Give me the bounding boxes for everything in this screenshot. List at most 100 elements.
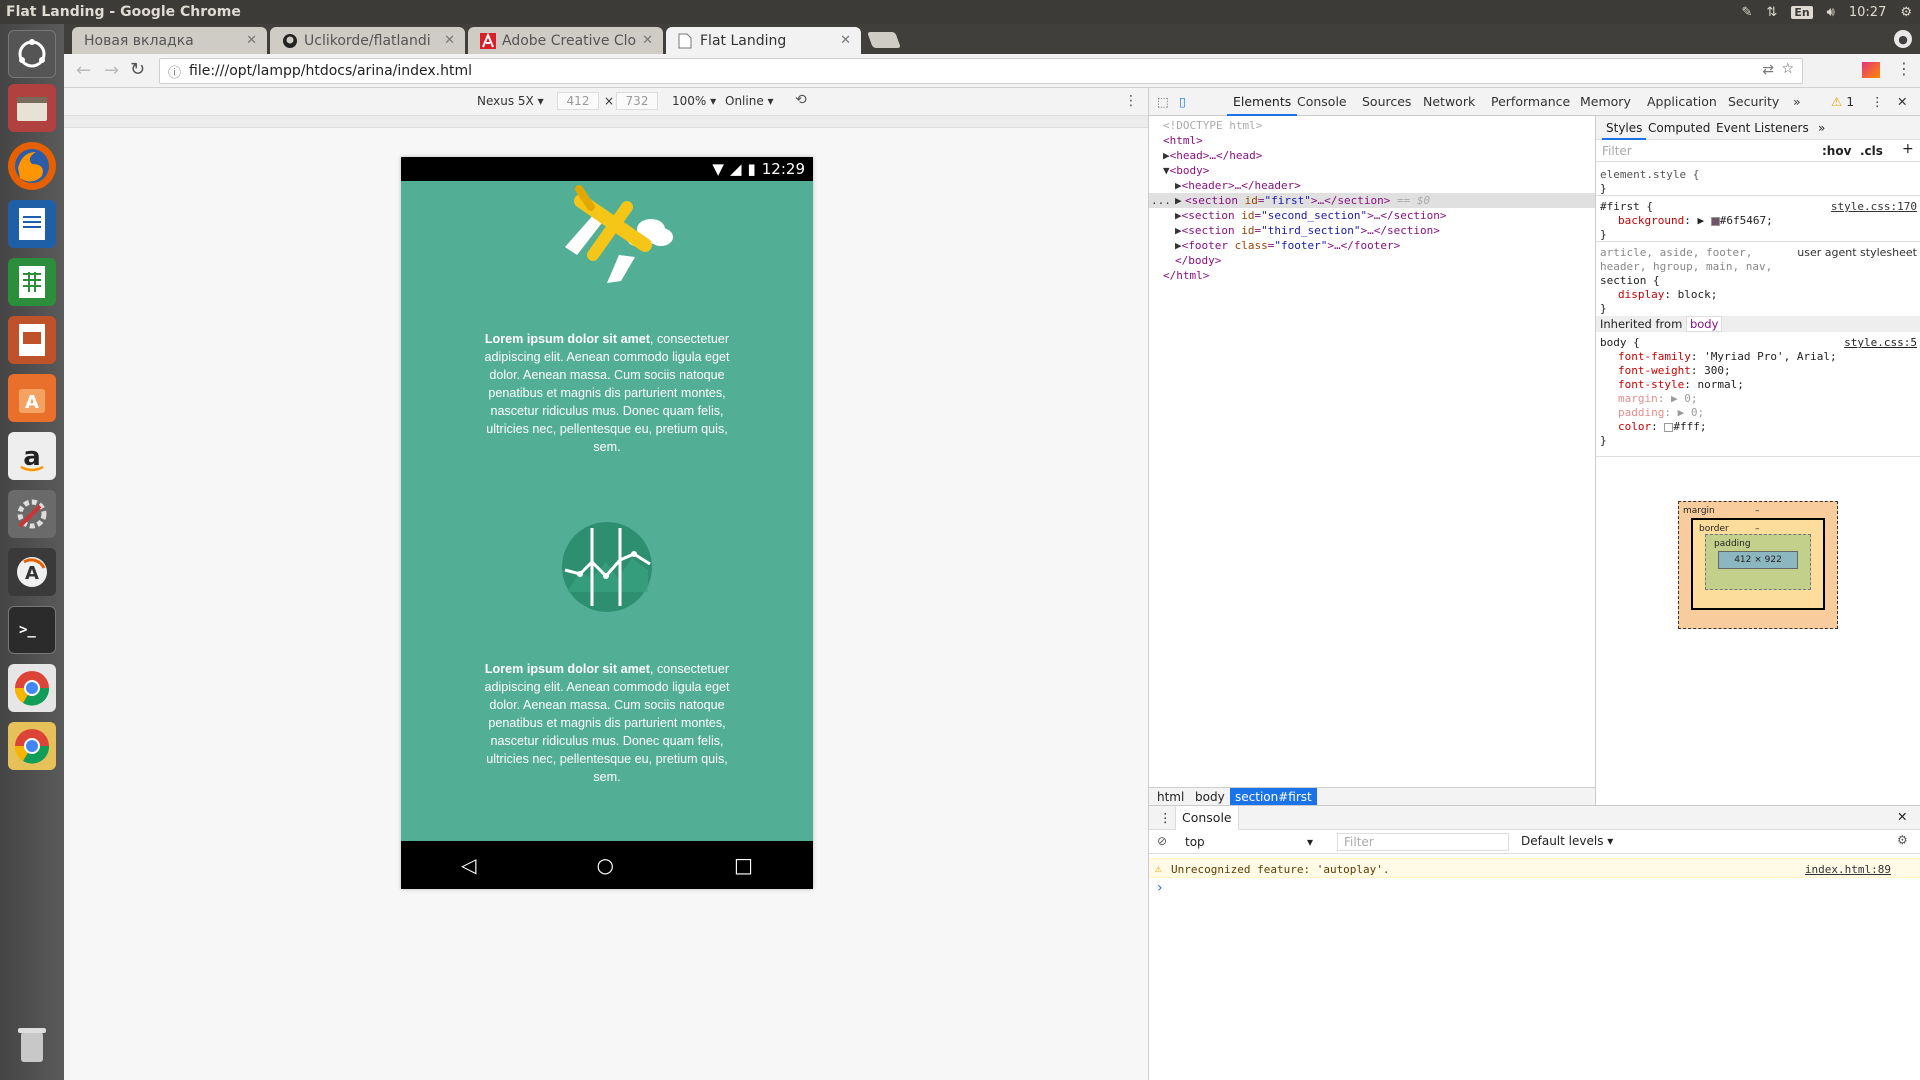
tab-sources[interactable]: Sources — [1362, 88, 1411, 116]
inherited-body-link[interactable]: body — [1685, 316, 1723, 332]
extension-icon[interactable] — [1862, 62, 1880, 78]
chrome-menu-icon[interactable]: ⋮ — [1896, 59, 1912, 78]
back-triangle-icon[interactable]: ◁ — [461, 853, 476, 877]
device-width-input[interactable]: 412 — [557, 92, 599, 110]
rotate-icon[interactable]: ⟲ — [795, 92, 807, 108]
hov-toggle[interactable]: :hov — [1822, 144, 1851, 158]
zoom-select[interactable]: 100% ▾ — [672, 94, 716, 108]
body-prop-padding[interactable]: padding: ▶ 0; — [1618, 406, 1704, 420]
tab-flat-landing[interactable]: Flat Landing ✕ — [666, 27, 861, 54]
keyboard-layout-indicator[interactable]: En — [1791, 5, 1813, 19]
dom-html-open[interactable]: <html> — [1163, 133, 1203, 148]
console-settings-gear-icon[interactable]: ⚙ — [1897, 833, 1908, 847]
tab-close-icon[interactable]: ✕ — [642, 33, 653, 48]
tab-new-tab[interactable]: Новая вкладка ✕ — [72, 27, 267, 54]
styles-more-chevron[interactable]: » — [1818, 116, 1825, 140]
forward-arrow-icon[interactable]: → — [104, 60, 119, 81]
warning-counter[interactable]: ⚠ 1 — [1831, 88, 1854, 116]
cls-toggle[interactable]: .cls — [1860, 144, 1883, 158]
rule-first-selector[interactable]: #first { — [1600, 200, 1653, 214]
clock[interactable]: 10:27 — [1849, 5, 1886, 20]
tab-elements[interactable]: Elements — [1227, 88, 1298, 116]
tab-event-listeners[interactable]: Event Listeners — [1716, 116, 1809, 140]
pen-icon[interactable]: ✎ — [1742, 5, 1753, 20]
address-bar[interactable]: ⓘ file:///opt/lampp/htdocs/arina/index.h… — [159, 58, 1803, 84]
bookmark-star-icon[interactable]: ☆ — [1781, 61, 1794, 77]
tab-performance[interactable]: Performance — [1491, 88, 1570, 116]
breadcrumb-body[interactable]: body — [1195, 790, 1225, 804]
dom-body-open[interactable]: ▼<body> — [1163, 163, 1209, 178]
device-more-icon[interactable]: ⋮ — [1124, 93, 1138, 109]
writer-icon[interactable] — [8, 200, 56, 248]
dom-footer[interactable]: ▶<footer class="footer">…</footer> — [1175, 238, 1400, 253]
tab-memory[interactable]: Memory — [1580, 88, 1631, 116]
dom-section-first-selected[interactable]: ... ▶ <section id="first">…</section> ==… — [1149, 193, 1595, 208]
devtools-menu-icon[interactable]: ⋮ — [1871, 88, 1884, 116]
rule-body-source-link[interactable]: style.css:5 — [1844, 336, 1917, 350]
box-model-margin[interactable]: margin – border – padding 412 × 922 — [1678, 501, 1838, 629]
calc-icon[interactable] — [8, 258, 56, 306]
device-select[interactable]: Nexus 5X ▾ — [477, 94, 544, 108]
firefox-icon[interactable] — [8, 142, 56, 190]
files-icon[interactable] — [8, 84, 56, 132]
chrome-icon[interactable] — [8, 664, 56, 712]
new-rule-button[interactable]: + — [1902, 142, 1914, 156]
dom-head[interactable]: ▶<head>…</head> — [1163, 148, 1262, 163]
dom-body-close[interactable]: </body> — [1175, 253, 1221, 268]
inspect-element-icon[interactable]: ⬚ — [1157, 94, 1169, 109]
device-mode-icon[interactable]: ▯ — [1179, 94, 1186, 109]
color-swatch[interactable] — [1710, 216, 1720, 226]
body-prop-font-family[interactable]: font-family: 'Myriad Pro', Arial; — [1618, 350, 1837, 364]
network-throttle-select[interactable]: Online ▾ — [725, 94, 774, 108]
log-levels-select[interactable]: Default levels ▾ — [1521, 834, 1613, 848]
new-tab-button[interactable] — [867, 32, 901, 48]
translate-icon[interactable]: ⇄ — [1762, 62, 1774, 78]
network-icon[interactable]: ⇅ — [1766, 5, 1777, 20]
tab-adobe[interactable]: Adobe Creative Clo ✕ — [468, 27, 663, 54]
rule-first-source-link[interactable]: style.css:170 — [1831, 200, 1917, 214]
tab-close-icon[interactable]: ✕ — [444, 33, 455, 48]
body-prop-color[interactable]: color: #fff; — [1618, 420, 1707, 434]
dom-header[interactable]: ▶<header>…</header> — [1175, 178, 1301, 193]
recents-square-icon[interactable]: □ — [734, 853, 753, 877]
dom-html-close[interactable]: </html> — [1163, 268, 1209, 283]
tab-console[interactable]: Console — [1297, 88, 1347, 116]
impress-icon[interactable] — [8, 316, 56, 364]
drawer-menu-icon[interactable]: ⋮ — [1159, 810, 1172, 825]
tab-security[interactable]: Security — [1728, 88, 1779, 116]
system-settings-icon[interactable] — [8, 490, 56, 538]
box-model-padding[interactable]: padding 412 × 922 — [1705, 534, 1811, 590]
clear-console-icon[interactable]: ⊘ — [1157, 834, 1167, 848]
box-model-content[interactable]: 412 × 922 — [1718, 551, 1798, 569]
dom-section-second[interactable]: ▶<section id="second_section">…</section… — [1175, 208, 1447, 223]
more-tabs-chevron[interactable]: » — [1793, 88, 1801, 116]
dom-section-third[interactable]: ▶<section id="third_section">…</section> — [1175, 223, 1440, 238]
device-height-input[interactable]: 732 — [616, 92, 658, 110]
terminal-icon[interactable]: >_ — [8, 606, 56, 654]
rule-element-style[interactable]: element.style { — [1600, 168, 1699, 182]
tab-github[interactable]: Uclikorde/flatlandi ✕ — [270, 27, 465, 54]
box-model-border[interactable]: border – padding 412 × 922 — [1691, 518, 1825, 610]
chrome-active-icon[interactable] — [8, 722, 56, 770]
software-center-icon[interactable]: A — [8, 374, 56, 422]
tab-close-icon[interactable]: ✕ — [840, 33, 851, 48]
body-prop-font-weight[interactable]: font-weight: 300; — [1618, 364, 1731, 378]
profile-icon[interactable]: ● — [1894, 30, 1912, 48]
dom-doctype[interactable]: <!DOCTYPE html> — [1163, 118, 1262, 133]
rule-body-selector[interactable]: body { — [1600, 336, 1640, 350]
power-gear-icon[interactable]: ⚙ — [1900, 5, 1912, 20]
back-arrow-icon[interactable]: ← — [76, 60, 91, 81]
close-devtools-icon[interactable]: ✕ — [1897, 88, 1907, 116]
tab-computed[interactable]: Computed — [1648, 116, 1710, 140]
home-circle-icon[interactable]: ○ — [597, 853, 614, 877]
tab-network[interactable]: Network — [1423, 88, 1475, 116]
volume-icon[interactable]: 🔊︎ — [1827, 5, 1835, 20]
console-prompt[interactable]: › — [1157, 880, 1163, 896]
close-drawer-icon[interactable]: ✕ — [1897, 809, 1907, 824]
reload-icon[interactable]: ↻ — [130, 59, 145, 80]
styles-filter-input[interactable]: Filter — [1602, 144, 1632, 158]
body-prop-font-style[interactable]: font-style: normal; — [1618, 378, 1744, 392]
context-select[interactable]: top ▾ — [1177, 833, 1317, 851]
amazon-icon[interactable]: a — [8, 432, 56, 480]
tab-close-icon[interactable]: ✕ — [246, 33, 257, 48]
